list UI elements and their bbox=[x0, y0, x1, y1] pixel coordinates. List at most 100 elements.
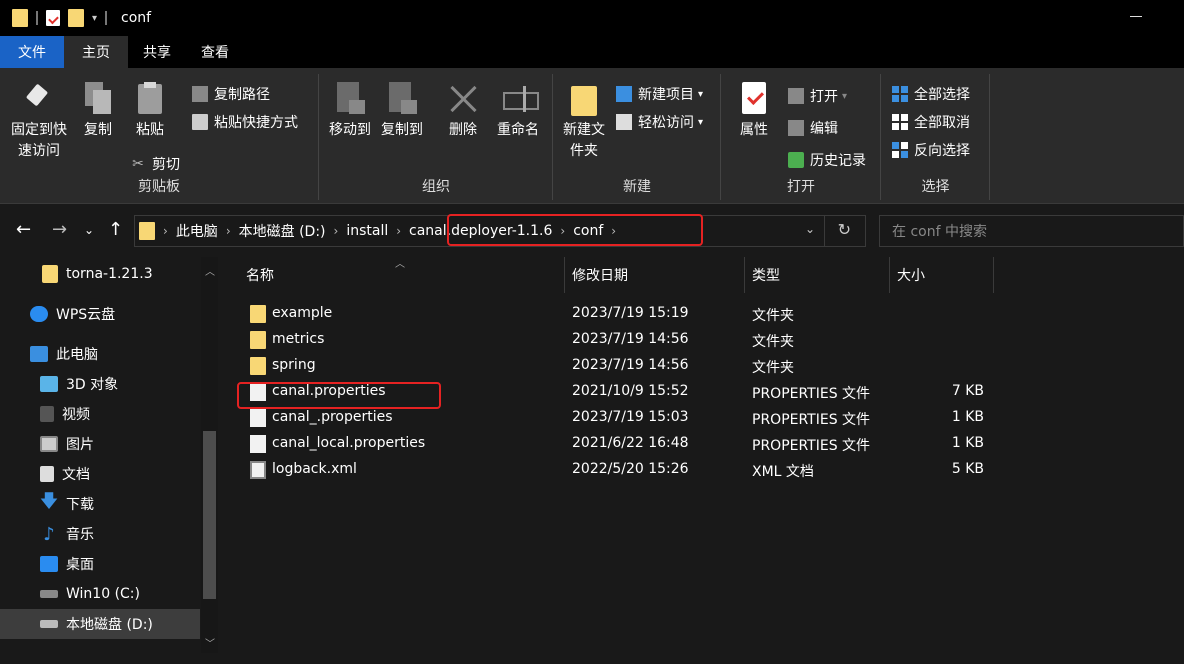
new-group-label: 新建 bbox=[623, 179, 651, 195]
cut-label: 剪切 bbox=[152, 157, 180, 173]
file-row[interactable]: spring 2023/7/19 14:56 文件夹 bbox=[242, 353, 1002, 379]
chevron-right-icon[interactable]: › bbox=[224, 224, 233, 238]
scroll-down-icon[interactable]: ﹀ bbox=[205, 635, 215, 650]
sidebar-item-label: 此电脑 bbox=[56, 347, 98, 363]
search-input[interactable]: 在 conf 中搜索 bbox=[879, 215, 1184, 247]
column-header-type[interactable]: 类型 bbox=[746, 257, 890, 293]
select-all-icon bbox=[892, 86, 908, 102]
recent-locations-icon[interactable]: ⌄ bbox=[84, 223, 94, 237]
copy-button[interactable]: 复制 bbox=[78, 82, 118, 141]
scissors-icon: ✂ bbox=[132, 156, 144, 172]
move-to-button[interactable]: 移动到 bbox=[326, 82, 374, 141]
file-date: 2022/5/20 15:26 bbox=[572, 461, 689, 477]
sidebar-item-wps-cloud[interactable]: WPS云盘 bbox=[0, 299, 200, 329]
customize-quick-access-icon[interactable]: ▾ bbox=[92, 13, 97, 24]
folder-icon bbox=[139, 222, 155, 240]
sidebar-item-downloads[interactable]: 🡇 下载 bbox=[0, 489, 200, 519]
tab-home[interactable]: 主页 bbox=[64, 36, 128, 68]
copy-to-label: 复制到 bbox=[381, 122, 423, 138]
file-row[interactable]: canal_local.properties 2021/6/22 16:48 P… bbox=[242, 431, 1002, 457]
sidebar-item-videos[interactable]: 视频 bbox=[0, 399, 200, 429]
copy-to-button[interactable]: 复制到 bbox=[378, 82, 426, 141]
chevron-right-icon[interactable]: › bbox=[161, 224, 170, 238]
folder-icon bbox=[12, 9, 28, 27]
paste-button[interactable]: 粘贴 bbox=[130, 82, 170, 141]
back-arrow-icon[interactable]: ← bbox=[16, 219, 31, 240]
document-icon bbox=[250, 409, 266, 427]
tab-file[interactable]: 文件 bbox=[0, 36, 64, 68]
breadcrumb-highlight-annotation bbox=[447, 214, 703, 246]
copy-path-button[interactable]: 复制路径 bbox=[192, 84, 270, 104]
file-row[interactable]: logback.xml 2022/5/20 15:26 XML 文档 5 KB bbox=[242, 457, 1002, 483]
sidebar-item-music[interactable]: ♪ 音乐 bbox=[0, 519, 200, 549]
chevron-right-icon[interactable]: › bbox=[394, 224, 403, 238]
sidebar-item-pictures[interactable]: 图片 bbox=[0, 429, 200, 459]
file-row[interactable]: example 2023/7/19 15:19 文件夹 bbox=[242, 301, 1002, 327]
sidebar-item-3d-objects[interactable]: 3D 对象 bbox=[0, 369, 200, 399]
select-all-button[interactable]: 全部选择 bbox=[892, 84, 970, 104]
file-type: XML 文档 bbox=[752, 464, 814, 480]
computer-icon bbox=[30, 346, 48, 362]
breadcrumb-install[interactable]: install bbox=[340, 223, 394, 239]
sidebar-item-label: 下载 bbox=[66, 497, 94, 513]
tab-share[interactable]: 共享 bbox=[128, 36, 186, 68]
open-button[interactable]: 打开 ▾ bbox=[788, 86, 847, 106]
new-folder-icon[interactable] bbox=[68, 9, 84, 27]
sidebar-item-torna[interactable]: torna-1.21.3 bbox=[0, 259, 200, 289]
file-type: 文件夹 bbox=[752, 334, 794, 350]
chevron-right-icon[interactable]: › bbox=[332, 224, 341, 238]
new-folder-button[interactable]: 新建文件夹 bbox=[558, 82, 610, 162]
file-size: 7 KB bbox=[951, 383, 984, 399]
paste-shortcut-icon bbox=[192, 114, 208, 130]
column-header-date[interactable]: 修改日期 bbox=[566, 257, 745, 293]
file-row[interactable]: metrics 2023/7/19 14:56 文件夹 bbox=[242, 327, 1002, 353]
navigation-pane: torna-1.21.3 WPS云盘 此电脑 3D 对象 视频 图片 文档 🡇 … bbox=[0, 257, 220, 653]
copy-path-label: 复制路径 bbox=[214, 87, 270, 103]
sidebar-item-this-pc[interactable]: 此电脑 bbox=[0, 339, 200, 369]
file-type: PROPERTIES 文件 bbox=[752, 438, 871, 454]
easy-access-button[interactable]: 轻松访问 ▾ bbox=[616, 112, 703, 132]
copy-label: 复制 bbox=[84, 122, 112, 138]
chevron-down-icon[interactable]: ⌄ bbox=[805, 222, 815, 236]
sidebar-item-drive-c[interactable]: Win10 (C:) bbox=[0, 579, 200, 609]
sidebar-item-documents[interactable]: 文档 bbox=[0, 459, 200, 489]
select-none-button[interactable]: 全部取消 bbox=[892, 112, 970, 132]
sidebar-item-label: 音乐 bbox=[66, 527, 94, 543]
forward-arrow-icon[interactable]: → bbox=[52, 219, 67, 240]
separator bbox=[105, 11, 108, 25]
invert-selection-button[interactable]: 反向选择 bbox=[892, 140, 970, 160]
rename-label: 重命名 bbox=[497, 122, 539, 138]
history-button[interactable]: 历史记录 bbox=[788, 150, 866, 170]
sidebar-item-label: torna-1.21.3 bbox=[66, 266, 153, 282]
up-arrow-icon[interactable]: ↑ bbox=[108, 219, 123, 240]
properties-icon bbox=[739, 82, 769, 116]
cut-button[interactable]: ✂ 剪切 bbox=[130, 154, 180, 174]
file-name: canal_local.properties bbox=[272, 435, 426, 451]
paste-shortcut-button[interactable]: 粘贴快捷方式 bbox=[192, 112, 298, 132]
sidebar-scrollbar[interactable]: ︿ ﹀ bbox=[201, 257, 218, 653]
new-item-button[interactable]: 新建项目 ▾ bbox=[616, 84, 703, 104]
properties-icon[interactable] bbox=[46, 10, 60, 26]
column-header-size[interactable]: 大小 bbox=[891, 257, 994, 293]
minimize-button[interactable] bbox=[1130, 16, 1142, 17]
history-label: 历史记录 bbox=[810, 153, 866, 169]
pin-quick-access-button[interactable]: 固定到快速访问 bbox=[6, 82, 72, 162]
delete-button[interactable]: 删除 bbox=[446, 82, 480, 141]
breadcrumb-this-pc[interactable]: 此电脑 bbox=[170, 221, 224, 241]
dropdown-arrow-icon: ▾ bbox=[842, 90, 848, 102]
breadcrumb-drive-d[interactable]: 本地磁盘 (D:) bbox=[233, 221, 332, 241]
rename-button[interactable]: 重命名 bbox=[494, 82, 542, 141]
properties-button[interactable]: 属性 bbox=[734, 82, 774, 141]
file-highlight-annotation bbox=[237, 382, 441, 409]
new-item-icon bbox=[616, 86, 632, 102]
history-icon bbox=[788, 152, 804, 168]
scroll-up-icon[interactable]: ︿ bbox=[205, 263, 215, 278]
column-header-name[interactable]: 名称 bbox=[240, 257, 565, 293]
tab-view[interactable]: 查看 bbox=[186, 36, 244, 68]
sidebar-item-drive-d[interactable]: 本地磁盘 (D:) bbox=[0, 609, 200, 639]
edit-button[interactable]: 编辑 bbox=[788, 118, 838, 138]
refresh-icon[interactable]: ↻ bbox=[838, 220, 851, 239]
copy-icon bbox=[83, 82, 113, 116]
scrollbar-thumb[interactable] bbox=[203, 431, 216, 599]
sidebar-item-desktop[interactable]: 桌面 bbox=[0, 549, 200, 579]
